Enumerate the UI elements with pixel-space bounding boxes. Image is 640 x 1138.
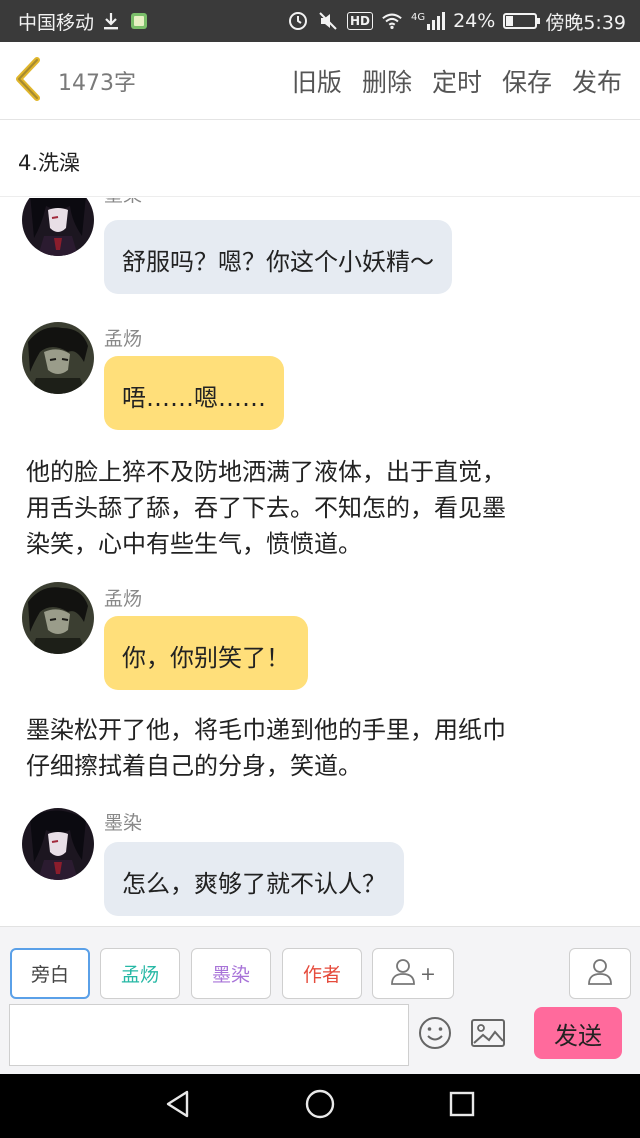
chapter-title[interactable]: 4.洗澡 [0, 121, 640, 197]
delete-button[interactable]: 删除 [362, 63, 412, 99]
add-role-button[interactable]: + [372, 948, 454, 999]
clock: 傍晚5:39 [545, 11, 626, 34]
alarm-icon [287, 10, 309, 32]
nav-recent-button[interactable] [442, 1086, 482, 1126]
sender-name: 墨染 [104, 198, 142, 207]
message-input[interactable] [9, 1004, 409, 1066]
avatar [22, 582, 94, 654]
avatar [22, 198, 94, 256]
avatar [22, 322, 94, 394]
narration-line: 仔细擦拭着自己的分身，笑道。 [26, 752, 362, 780]
role-author[interactable]: 作者 [282, 948, 362, 999]
sender-name: 墨染 [104, 812, 143, 834]
avatar [22, 808, 94, 880]
sender-name: 孟炀 [104, 588, 143, 610]
message-bubble[interactable]: 唔……嗯…… [104, 356, 284, 430]
image-button[interactable] [468, 1015, 508, 1055]
image-icon [470, 1017, 506, 1053]
carrier-name: 中国移动 [18, 11, 95, 34]
cell-signal-icon: 4G [410, 12, 446, 30]
circle-home-icon [304, 1088, 336, 1124]
emoji-icon [418, 1016, 452, 1054]
narration-block[interactable]: 他的脸上猝不及防地洒满了液体，出于直觉， 用舌头舔了舔，吞了下去。不知怎的，看见… [26, 454, 616, 562]
system-nav-bar [0, 1074, 640, 1138]
editor-header: 1473字 旧版 删除 定时 保存 发布 [0, 42, 640, 120]
network-type-label: 4G [410, 12, 426, 23]
composer-toolbar: 旁白 孟炀 墨染 作者 + 发送 [0, 926, 640, 1074]
app-notification-icon [128, 10, 150, 32]
wifi-icon [381, 10, 403, 32]
schedule-button[interactable]: 定时 [432, 63, 482, 99]
role-moran[interactable]: 墨染 [191, 948, 271, 999]
square-recent-icon [448, 1090, 476, 1122]
role-mengyang[interactable]: 孟炀 [100, 948, 180, 999]
battery-icon [503, 13, 541, 29]
sender-name: 孟炀 [104, 328, 143, 350]
add-person-icon [390, 957, 416, 990]
battery-percent: 24% [453, 10, 496, 32]
emoji-button[interactable] [415, 1015, 455, 1055]
download-icon [100, 10, 122, 32]
old-version-button[interactable]: 旧版 [292, 63, 342, 99]
narration-line: 墨染松开了他，将毛巾递到他的手里，用纸巾 [26, 716, 506, 744]
back-button[interactable] [0, 42, 56, 120]
person-icon [587, 957, 613, 990]
triangle-back-icon [163, 1089, 193, 1123]
nav-back-button[interactable] [158, 1086, 198, 1126]
header-actions: 旧版 删除 定时 保存 发布 [292, 63, 640, 99]
role-narrator[interactable]: 旁白 [10, 948, 90, 999]
chevron-left-icon [13, 56, 43, 106]
narration-line: 用舌头舔了舔，吞了下去。不知怎的，看见墨 [26, 494, 506, 522]
narration-line: 染笑，心中有些生气，愤愤道。 [26, 530, 362, 558]
message-bubble[interactable]: 怎么，爽够了就不认人？ [104, 842, 404, 916]
status-bar: 中国移动 HD 4G 24% 傍晚5:39 [0, 0, 640, 42]
story-content[interactable]: 墨染 舒服吗？嗯？你这个小妖精～ 孟炀 唔……嗯…… 他的脸上猝不及防地洒满了液… [0, 198, 640, 926]
role-manager-button[interactable] [569, 948, 631, 999]
message-bubble[interactable]: 你，你别笑了！ [104, 616, 308, 690]
publish-button[interactable]: 发布 [572, 63, 622, 99]
save-button[interactable]: 保存 [502, 63, 552, 99]
nav-home-button[interactable] [300, 1086, 340, 1126]
word-count: 1473字 [58, 70, 136, 96]
add-role-plus: + [420, 962, 436, 985]
send-button[interactable]: 发送 [534, 1007, 622, 1059]
message-bubble[interactable]: 舒服吗？嗯？你这个小妖精～ [104, 220, 452, 294]
narration-block[interactable]: 墨染松开了他，将毛巾递到他的手里，用纸巾 仔细擦拭着自己的分身，笑道。 [26, 712, 616, 784]
narration-line: 他的脸上猝不及防地洒满了液体，出于直觉， [26, 458, 506, 486]
mute-icon [317, 10, 339, 32]
hd-badge: HD [346, 12, 373, 30]
